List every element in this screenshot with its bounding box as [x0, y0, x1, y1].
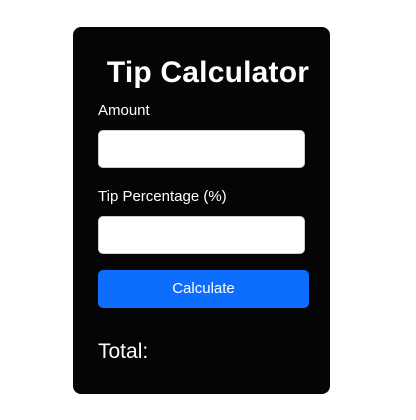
calculate-button[interactable]: Calculate [98, 270, 309, 308]
amount-input[interactable] [98, 130, 305, 168]
tip-percentage-input[interactable] [98, 216, 305, 254]
amount-label: Amount [98, 102, 150, 119]
tip-percentage-label: Tip Percentage (%) [98, 188, 227, 205]
total-label: Total: [98, 340, 149, 363]
page-title: Tip Calculator [106, 56, 310, 89]
